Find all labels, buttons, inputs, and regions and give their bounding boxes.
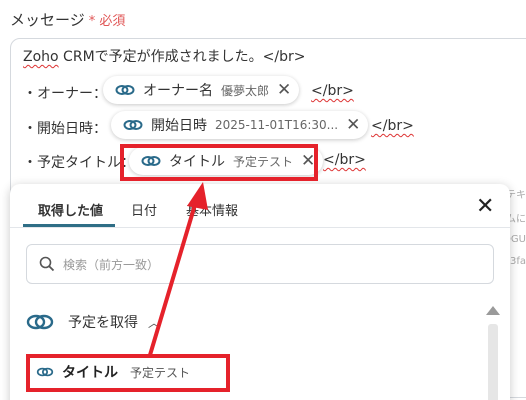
highlight-arrow [148, 182, 208, 356]
